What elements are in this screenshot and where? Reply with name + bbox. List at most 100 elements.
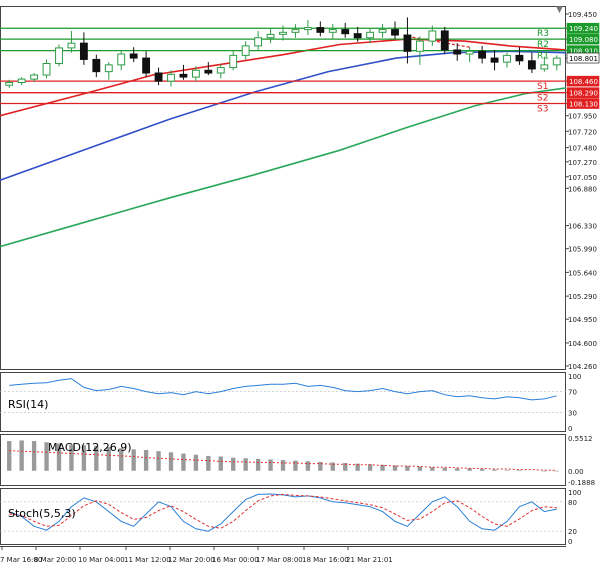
level-badge-label: 108.801 <box>569 55 598 63</box>
candle-body <box>366 31 375 39</box>
candle-body <box>503 54 511 63</box>
ma-slow-line <box>0 87 567 248</box>
candle-body <box>17 78 26 84</box>
candle-body <box>490 57 499 63</box>
candle-body <box>266 33 275 39</box>
time-tick-label: 11 Mar 12:00 <box>124 556 171 564</box>
level-name-s1: S1 <box>537 82 548 92</box>
candle-body <box>254 37 263 47</box>
candle-body <box>229 54 238 69</box>
price-tick-label: 106.880 <box>568 185 597 193</box>
candle-body <box>465 50 474 55</box>
candle-body <box>403 34 412 52</box>
candle-body <box>216 67 225 74</box>
price-tick-label: 109.450 <box>568 11 597 19</box>
candle-body <box>378 29 387 33</box>
level-badge-label: 108.290 <box>569 90 598 98</box>
level-name-s3: S3 <box>537 105 548 115</box>
price-tick-label: 106.330 <box>568 223 597 231</box>
level-badge-label: 108.460 <box>569 78 598 86</box>
candle-body <box>204 69 213 74</box>
candle-body <box>291 29 300 33</box>
candle-body <box>30 74 39 80</box>
ma-mid-line <box>0 50 567 181</box>
price-tick-label: 107.950 <box>568 113 597 121</box>
candle-body <box>478 50 487 59</box>
macd-title: MACD(12,26,9) <box>48 441 132 454</box>
level-name-r3: R3 <box>537 29 549 39</box>
rsi-line <box>9 378 557 401</box>
time-tick-label: 10 Mar 04:00 <box>78 556 125 564</box>
price-tick-label: 104.260 <box>568 363 597 371</box>
time-tick-label: 12 Mar 20:00 <box>168 556 215 564</box>
price-tick-label: 107.270 <box>568 159 597 167</box>
candle-body <box>104 64 113 73</box>
macd-tick-label: 0.00 <box>568 468 584 476</box>
candle-body <box>391 29 399 36</box>
candle-body <box>279 31 287 35</box>
level-badge-label: 109.080 <box>569 36 598 44</box>
time-tick-label: 16 Mar 00:00 <box>212 556 259 564</box>
candle-body <box>415 40 424 52</box>
rsi-panel-frame <box>0 372 566 432</box>
time-tick-label: 17 Mar 08:00 <box>256 556 303 564</box>
candle-body <box>117 53 126 66</box>
candle-body <box>453 49 462 55</box>
candle-body <box>552 57 561 66</box>
stoch-k-line <box>9 493 557 532</box>
candle-body <box>303 27 312 31</box>
candle-body <box>440 30 449 51</box>
macd-tick-label: -0.1888 <box>568 479 595 487</box>
macd-tick-label: 0.5512 <box>568 435 593 443</box>
price-tick-label: 107.050 <box>568 174 597 182</box>
candle-body <box>353 33 362 39</box>
rsi-tick-label: 70 <box>568 389 577 397</box>
candle-body <box>55 47 63 65</box>
level-badge-label: 109.240 <box>569 25 598 33</box>
level-name-r1: R1 <box>537 52 549 62</box>
stoch-d-line <box>9 493 557 529</box>
candle-body <box>191 69 200 78</box>
trading-chart: 109.450109.240109.080108.910108.801108.4… <box>0 5 600 564</box>
level-badge-label: 108.130 <box>569 101 598 109</box>
candle-body <box>428 30 437 42</box>
candle-body <box>79 42 88 60</box>
price-tick-label: 105.990 <box>568 246 597 254</box>
candle-body <box>540 64 549 70</box>
candle-body <box>527 60 536 70</box>
candle-body <box>179 73 188 78</box>
candle-body <box>67 42 76 49</box>
stoch-title: Stoch(5,5,3) <box>8 507 76 520</box>
price-tick-label: 105.290 <box>568 293 597 301</box>
stoch-tick-label: 20 <box>568 528 577 536</box>
price-tick-label: 105.640 <box>568 269 597 277</box>
rsi-tick-label: 0 <box>568 425 572 433</box>
scroll-marker: ▼ <box>556 5 563 15</box>
price-panel-frame <box>0 6 566 370</box>
candle-body <box>341 29 350 35</box>
level-name-s2: S2 <box>537 94 548 104</box>
level-name-r2: R2 <box>537 40 549 50</box>
stoch-tick-label: 100 <box>568 489 581 497</box>
time-tick-label: 18 Mar 16:00 <box>302 556 349 564</box>
candle-body <box>5 82 14 86</box>
chart-root: 109.450109.240109.080108.910108.801108.4… <box>0 0 600 567</box>
price-tick-label: 107.480 <box>568 145 597 153</box>
candle-body <box>241 45 250 56</box>
stoch-tick-label: 0 <box>568 538 572 546</box>
stoch-panel-frame <box>0 488 566 545</box>
price-tick-label: 104.600 <box>568 340 597 348</box>
candle-body <box>129 53 138 59</box>
candle-body <box>92 58 101 73</box>
time-tick-label: 21 Mar 21:01 <box>346 556 393 564</box>
price-tick-label: 107.720 <box>568 128 597 136</box>
time-tick-label: 8 Mar 20:00 <box>34 556 76 564</box>
rsi-title: RSI(14) <box>8 398 48 411</box>
stoch-tick-label: 80 <box>568 499 577 507</box>
candle-body <box>142 57 151 74</box>
candle-body <box>316 27 325 33</box>
candle-body <box>515 54 524 62</box>
candle-body <box>42 63 51 76</box>
rsi-tick-label: 100 <box>568 373 581 381</box>
candle-body <box>154 72 163 82</box>
